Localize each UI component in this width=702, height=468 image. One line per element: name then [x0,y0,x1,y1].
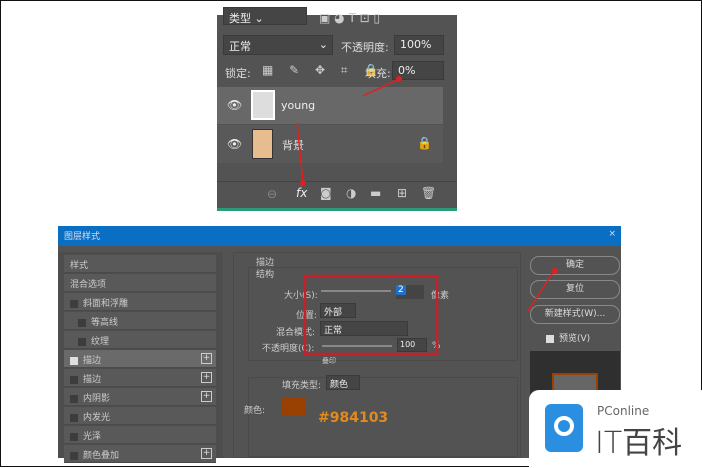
magnifier-logo-icon [545,404,583,452]
watermark-name: IT百科 [595,426,683,461]
watermark-logo: PConline IT百科 [529,390,702,468]
arrow-dot [396,76,402,82]
watermark-brand: PConline [597,404,650,418]
arrow-fx [296,122,304,183]
arrow-fill [362,78,400,97]
highlight-box [303,274,439,356]
arrow-dot [300,180,306,186]
arrow-dot [552,268,558,274]
arrow-ok [527,270,555,312]
